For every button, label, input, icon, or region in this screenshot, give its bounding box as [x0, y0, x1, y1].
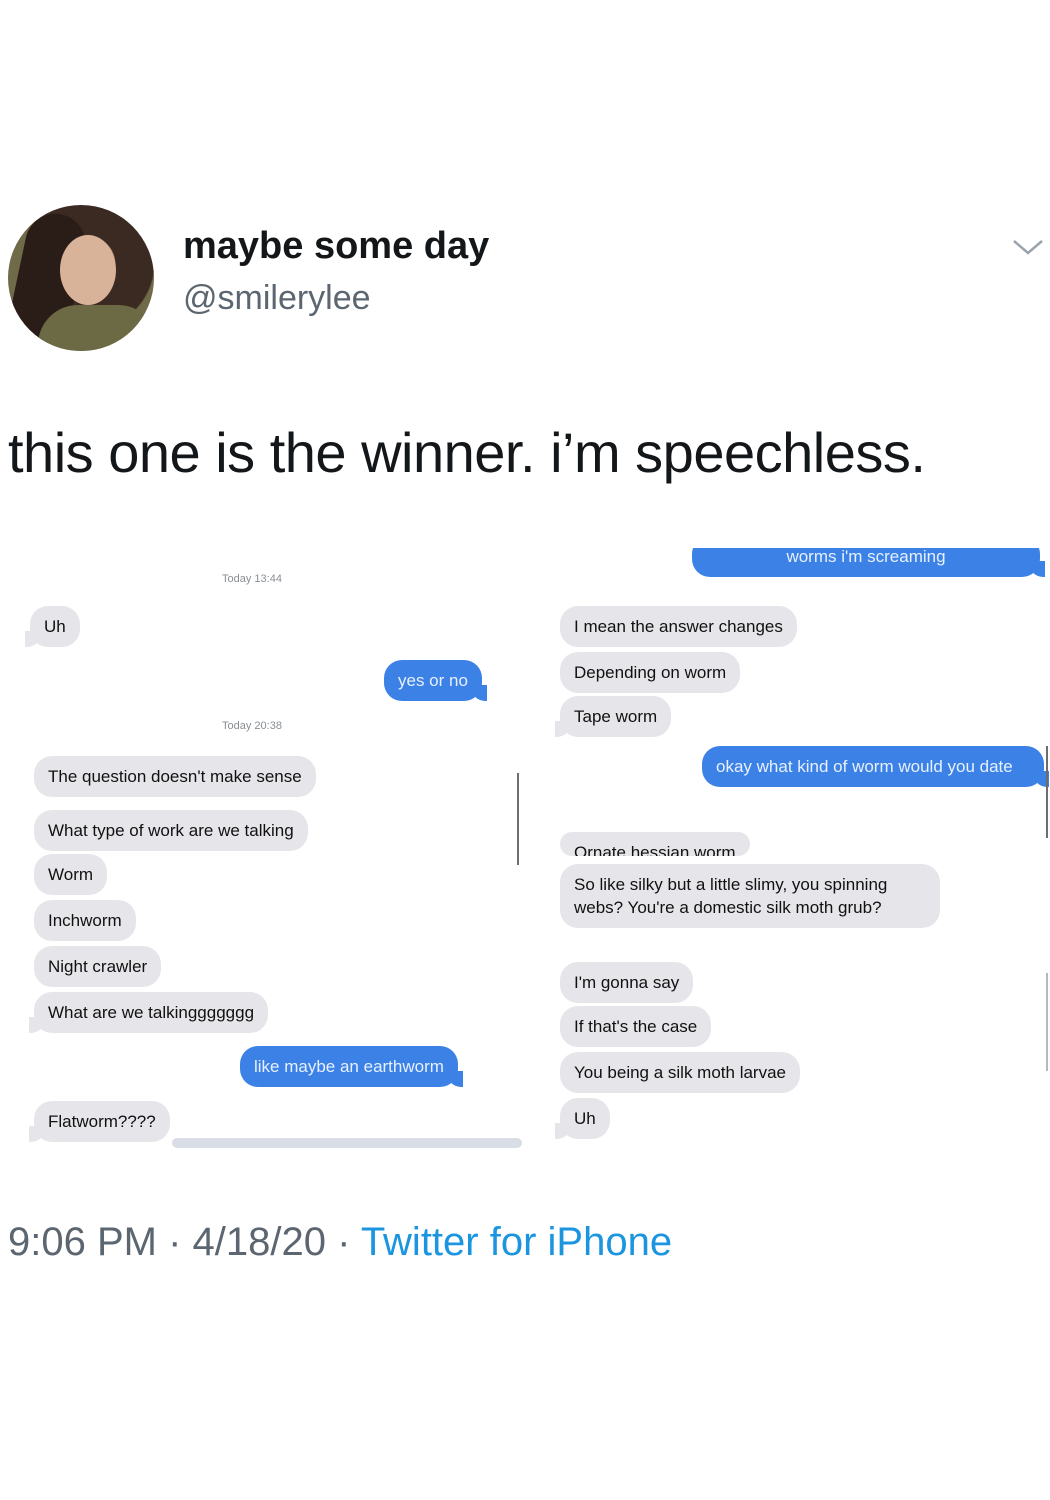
display-name[interactable]: maybe some day	[183, 225, 489, 268]
message-bubble-incoming: Night crawler	[34, 946, 162, 987]
avatar-coat	[38, 305, 154, 351]
tweet-text: this one is the winner. i’m speechless.	[8, 421, 926, 484]
scrollbar	[1046, 746, 1048, 838]
message-bubble-incoming: The question doesn't make sense	[34, 756, 316, 797]
user-handle[interactable]: @smilerylee	[183, 279, 371, 318]
avatar[interactable]	[8, 205, 154, 351]
scrollbar	[517, 773, 519, 865]
message-bubble-incoming: Flatworm????	[29, 1101, 170, 1142]
tweet-time[interactable]: 9:06 PM	[8, 1220, 157, 1264]
tweet-source-link[interactable]: Twitter for iPhone	[361, 1220, 672, 1264]
message-bubble-incoming: If that's the case	[560, 1006, 712, 1047]
separator-dot: ·	[156, 1220, 193, 1264]
message-bubble-incoming: Inchworm	[34, 900, 136, 941]
message-bubble-outgoing: okay what kind of worm would you date	[702, 746, 1049, 787]
chevron-down-icon[interactable]	[1010, 235, 1046, 259]
message-bubble-incoming: What type of work are we talking	[34, 810, 308, 851]
attached-screenshots[interactable]: Today 13:44 Uh yes or no Today 20:38 The…	[22, 548, 1050, 1148]
tweet-header: maybe some day @smilerylee	[8, 205, 1050, 355]
message-bubble-incoming: Depending on worm	[560, 652, 741, 693]
screenshot-right: worms i'm screaming I mean the answer ch…	[552, 548, 1050, 1148]
message-bubble-incoming: So like silky but a little slimy, you sp…	[560, 864, 940, 928]
message-bubble-outgoing: yes or no	[384, 660, 487, 701]
tweet-date[interactable]: 4/18/20	[193, 1220, 326, 1264]
message-timestamp: Today 20:38	[222, 720, 282, 732]
message-timestamp: Today 13:44	[222, 573, 282, 585]
tweet-metadata: 9:06 PM · 4/18/20 · Twitter for iPhone	[8, 1220, 672, 1265]
scrollbar	[1046, 973, 1048, 1071]
message-bubble-outgoing: like maybe an earthworm	[240, 1046, 463, 1087]
message-bubble-incoming: Tape worm	[554, 696, 672, 737]
message-bubble-incoming: Ornate hessian worm	[560, 832, 750, 856]
message-bubble-outgoing: worms i'm screaming	[692, 548, 1045, 577]
message-bubble-incoming: What are we talkinggggggg	[28, 992, 269, 1033]
message-bubble-incoming: I'm gonna say	[560, 962, 694, 1003]
avatar-face	[60, 235, 116, 305]
message-bubble-incoming: Worm	[34, 854, 108, 895]
screenshot-left: Today 13:44 Uh yes or no Today 20:38 The…	[22, 548, 527, 1148]
separator-dot: ·	[325, 1220, 361, 1264]
message-bubble-incoming: Uh	[25, 606, 80, 647]
message-bubble-incoming: You being a silk moth larvae	[560, 1052, 801, 1093]
message-input-field	[172, 1138, 522, 1148]
message-bubble-incoming: Uh	[555, 1098, 610, 1139]
message-bubble-incoming: I mean the answer changes	[560, 606, 797, 647]
